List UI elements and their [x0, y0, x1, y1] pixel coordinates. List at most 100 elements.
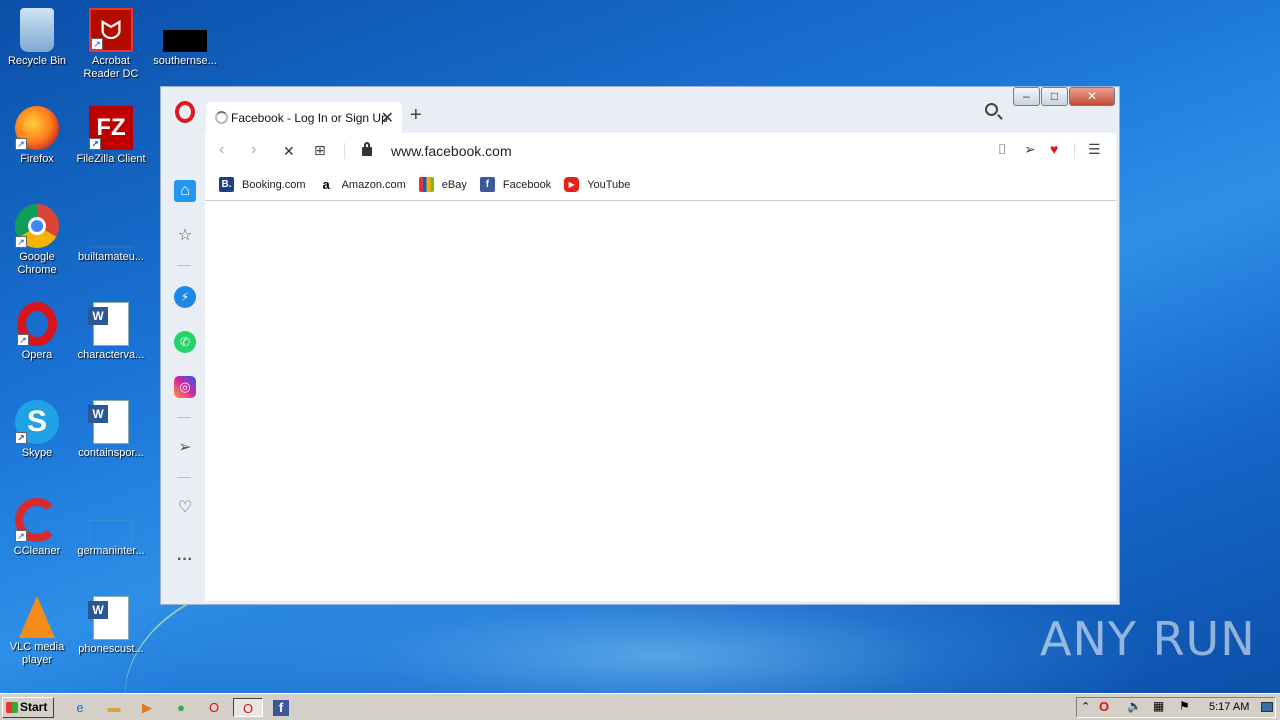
- desktop-icon-recycle-bin[interactable]: Recycle Bin: [0, 8, 74, 68]
- desktop-icon-vlc[interactable]: VLC media player: [0, 596, 74, 667]
- bookmark-label: YouTube: [587, 178, 631, 191]
- tab-title: Facebook - Log In or Sign Up: [231, 111, 388, 125]
- facebook-taskbar-icon[interactable]: f: [273, 700, 289, 716]
- desktop-icon-chrome[interactable]: ↗ Google Chrome: [0, 204, 74, 277]
- bookmark-amazon[interactable]: a Amazon.com: [319, 177, 405, 192]
- desktop-icon-doc[interactable]: W containspor...: [74, 400, 148, 460]
- desktop-icon-opera[interactable]: ↗ Opera: [0, 302, 74, 362]
- word-document-icon: W: [88, 302, 129, 346]
- forward-icon[interactable]: ›: [251, 141, 256, 159]
- minimize-button[interactable]: –: [1013, 87, 1040, 106]
- show-hidden-icons-chevron-icon[interactable]: ⌃: [1081, 700, 1090, 713]
- sidebar: ⌂ ☆ ⚡ ✆ ◎ ➢ ♡ ···: [161, 133, 205, 604]
- lock-icon[interactable]: [362, 142, 372, 156]
- opera-active-window-button[interactable]: O: [233, 698, 263, 717]
- blank-file-icon: [89, 498, 133, 542]
- network-icon[interactable]: ▦: [1153, 699, 1164, 713]
- bookmark-label: Facebook: [502, 178, 552, 191]
- action-center-flag-icon[interactable]: ⚑: [1179, 699, 1190, 713]
- search-tabs-icon[interactable]: [985, 103, 998, 116]
- speed-dial-grid-icon[interactable]: ⊞: [314, 142, 326, 159]
- desktop-icon-skype[interactable]: S ↗ Skype: [0, 400, 74, 460]
- bookmark-booking[interactable]: B. Booking.com: [219, 177, 306, 192]
- word-document-icon: W: [88, 596, 129, 640]
- share-send-icon[interactable]: ➢: [1024, 141, 1036, 158]
- desktop-icon-label: phonescust...: [78, 643, 144, 655]
- browser-viewport: ‹ › ✕ ⊞ www.facebook.com ⌷ ➢ ♥ ☰ B. Book…: [205, 133, 1116, 601]
- taskbar: Start e ▬ ▶ ● O O f ⌃ O 🔈 ▦ ⚑ 5:17 AM: [0, 693, 1280, 720]
- desktop-icon-label: FileZilla Client: [76, 153, 146, 165]
- bookmark-heart-icon[interactable]: ♥: [1050, 141, 1058, 157]
- desktop-icon-acrobat[interactable]: ᗢ ↗ Acrobat Reader DC: [74, 8, 148, 81]
- snapshot-camera-icon[interactable]: ⌷: [998, 141, 1006, 158]
- bookmark-label: eBay: [441, 178, 467, 191]
- opera-taskbar-icon[interactable]: O: [204, 698, 224, 717]
- home-icon[interactable]: ⌂: [174, 180, 196, 202]
- opera-menu-icon[interactable]: [175, 101, 195, 123]
- sidebar-divider: [177, 265, 191, 266]
- desktop-icon-label: germaninter...: [77, 545, 145, 557]
- divider: [1074, 143, 1075, 159]
- new-tab-button[interactable]: +: [410, 104, 422, 127]
- instagram-icon[interactable]: ◎: [174, 376, 196, 398]
- show-desktop-icon[interactable]: [1261, 702, 1273, 712]
- heart-icon[interactable]: ♡: [174, 497, 196, 519]
- desktop-icon-firefox[interactable]: ↗ Firefox: [0, 106, 74, 166]
- url-field[interactable]: www.facebook.com: [391, 143, 512, 159]
- media-player-icon[interactable]: ▶: [137, 698, 157, 717]
- desktop-icon-filezilla[interactable]: FZ ↗ FileZilla Client: [74, 106, 148, 166]
- messenger-icon[interactable]: ⚡: [174, 286, 196, 308]
- desktop-icon-label: Opera: [21, 349, 53, 361]
- word-document-icon: W: [88, 400, 129, 444]
- bookmark-ebay[interactable]: eBay: [418, 177, 467, 192]
- close-tab-icon[interactable]: ✕: [381, 108, 394, 128]
- desktop-icon-label: CCleaner: [13, 545, 61, 557]
- desktop-icon-label: builtamateu...: [77, 251, 145, 263]
- clock[interactable]: 5:17 AM: [1209, 701, 1249, 713]
- desktop-icon-label: Firefox: [20, 153, 54, 165]
- desktop-icon-file[interactable]: builtamateu...: [74, 204, 148, 264]
- youtube-icon: ▶: [564, 177, 580, 192]
- more-options-icon[interactable]: ···: [174, 549, 196, 571]
- desktop-icon-label: Recycle Bin: [7, 55, 67, 67]
- bookmarks-star-icon[interactable]: ☆: [174, 225, 196, 247]
- system-tray: ⌃ O 🔈 ▦ ⚑ 5:17 AM: [1076, 697, 1276, 718]
- whatsapp-icon[interactable]: ✆: [174, 331, 196, 353]
- ebay-icon: [418, 177, 434, 192]
- internet-explorer-icon[interactable]: e: [70, 698, 90, 717]
- close-window-button[interactable]: ✕: [1069, 87, 1115, 106]
- start-button[interactable]: Start: [2, 697, 54, 718]
- desktop-icon-doc[interactable]: W phonescust...: [74, 596, 148, 656]
- bookmarks-bar: B. Booking.com a Amazon.com eBay f Faceb…: [205, 169, 1116, 201]
- bookmark-facebook[interactable]: f Facebook: [479, 177, 552, 192]
- desktop-icon-ccleaner[interactable]: ↗ CCleaner: [0, 498, 74, 558]
- back-icon[interactable]: ‹: [219, 141, 224, 159]
- sidebar-divider: [177, 477, 191, 478]
- desktop-icon-doc[interactable]: W characterva...: [74, 302, 148, 362]
- address-bar: ‹ › ✕ ⊞ www.facebook.com ⌷ ➢ ♥ ☰: [205, 133, 1116, 169]
- firefox-icon: ↗: [15, 106, 59, 150]
- chrome-taskbar-icon[interactable]: ●: [171, 698, 191, 717]
- windows-flag-icon: [6, 702, 18, 713]
- blank-file-icon: [89, 204, 133, 248]
- maximize-button[interactable]: □: [1041, 87, 1068, 106]
- browser-tab[interactable]: Facebook - Log In or Sign Up ✕: [206, 102, 402, 133]
- recycle-bin-icon: [20, 8, 54, 52]
- desktop-icon-file[interactable]: southernse...: [148, 8, 222, 68]
- explorer-folder-icon[interactable]: ▬: [104, 698, 124, 717]
- skype-icon: S ↗: [15, 400, 59, 444]
- send-icon[interactable]: ➢: [174, 437, 196, 459]
- desktop-icon-file[interactable]: germaninter...: [74, 498, 148, 558]
- acrobat-icon: ᗢ ↗: [89, 8, 133, 52]
- amazon-icon: a: [322, 177, 330, 192]
- volume-icon[interactable]: 🔈: [1127, 699, 1142, 713]
- anyrun-watermark: ANY RUN: [1040, 612, 1256, 666]
- bookmark-label: Booking.com: [242, 178, 306, 191]
- bookmark-youtube[interactable]: ▶ YouTube: [564, 177, 630, 192]
- opera-icon: ↗: [17, 302, 57, 346]
- easy-setup-icon[interactable]: ☰: [1088, 141, 1101, 158]
- filezilla-icon: FZ ↗: [89, 106, 133, 150]
- stop-icon[interactable]: ✕: [283, 143, 295, 160]
- opera-tray-icon[interactable]: O: [1099, 699, 1109, 714]
- ccleaner-icon: ↗: [15, 498, 59, 542]
